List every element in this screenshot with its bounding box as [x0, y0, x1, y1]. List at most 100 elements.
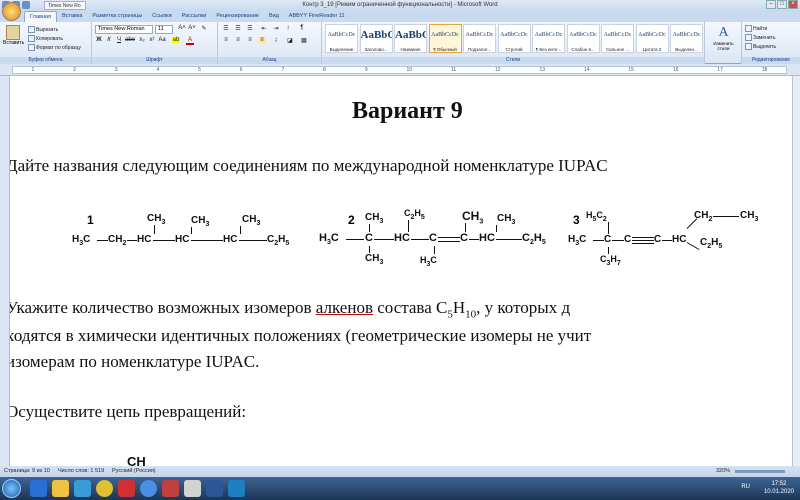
style-tile[interactable]: AaBbCcDc Подзагол...	[463, 24, 496, 53]
grow-font-button[interactable]: A˄	[178, 25, 186, 31]
style-tile[interactable]: AaBbCcDc Слабое в...	[566, 24, 600, 53]
align-left-button[interactable]: ≡	[222, 37, 230, 43]
bold-button[interactable]: Ж	[95, 37, 103, 43]
copy-button[interactable]: Копировать	[28, 35, 63, 42]
show-marks-button[interactable]: ¶	[298, 25, 306, 31]
multilevel-button[interactable]: ☰	[246, 25, 254, 32]
style-tile[interactable]: AaBbCcDc ¶ Без инте...	[532, 24, 565, 53]
paste-button[interactable]: Вставить	[3, 25, 24, 55]
style-name: Подзагол...	[467, 47, 492, 52]
tab-mailings[interactable]: Рассылки	[177, 11, 212, 22]
compound3-ch2: CH2	[694, 210, 713, 223]
media-icon[interactable]	[74, 480, 91, 497]
word-taskbar-icon[interactable]	[206, 480, 223, 497]
tab-home[interactable]: Главная	[24, 11, 57, 22]
style-tile[interactable]: AaBbCcDc Цитата 2	[635, 24, 669, 53]
style-tile[interactable]: AaBbCcDc Выделен...	[670, 24, 703, 53]
clear-format-button[interactable]: ✎	[200, 25, 208, 32]
acrobat-icon[interactable]	[162, 480, 179, 497]
office-button[interactable]	[2, 2, 21, 21]
zoom-level[interactable]: 320%	[716, 466, 730, 477]
ruler-number: 10	[406, 67, 413, 73]
horizontal-ruler[interactable]: 1 2 3 4 5 6 7 8 9 10 11 12 13 14 15 16 17 18	[0, 64, 800, 76]
compound2-hc: HC	[394, 232, 410, 244]
tab-references[interactable]: Ссылки	[147, 11, 176, 22]
app2-icon[interactable]	[228, 480, 245, 497]
strikethrough-button[interactable]: abe	[125, 37, 135, 43]
compound-number-1: 1	[87, 213, 94, 227]
style-name: ¶ Без инте...	[535, 47, 562, 52]
subscript-button[interactable]: x₂	[138, 37, 146, 43]
select-label: Выделить	[753, 43, 777, 50]
highlight-button[interactable]: ab	[172, 37, 180, 43]
sort-button[interactable]: ↕	[284, 25, 292, 31]
language-indicator[interactable]: Русский (Россия)	[112, 466, 156, 477]
style-tile[interactable]: AaBbCcDc Выделение	[325, 24, 358, 53]
style-name: Слабое в...	[571, 47, 595, 52]
clock[interactable]: 17:52 10.01.2020	[764, 480, 794, 496]
explorer-icon[interactable]	[52, 480, 69, 497]
document-page[interactable]: Вариант 9 Дайте названия следующим соеди…	[10, 76, 792, 466]
italic-button[interactable]: К	[105, 37, 113, 43]
style-sample: AaBbC	[360, 29, 392, 41]
word-count[interactable]: Число слов: 1 519	[58, 466, 104, 477]
align-center-button[interactable]: ≡	[234, 37, 242, 43]
tab-abbyy[interactable]: ABBYY FineReader 11	[284, 11, 350, 22]
format-painter-button[interactable]: Формат по образцу	[28, 44, 81, 51]
style-tile[interactable]: AaBbC Заголово...	[359, 24, 393, 53]
minimize-button[interactable]: –	[766, 0, 776, 9]
style-tile[interactable]: AaBbC Название	[394, 24, 427, 53]
align-right-button[interactable]: ≡	[246, 37, 254, 43]
ribbon-tabs: Главная Вставка Разметка страницы Ссылки…	[0, 2, 800, 22]
scissors-icon	[28, 26, 35, 33]
tab-view[interactable]: Вид	[264, 11, 284, 22]
taskbar: RU 17:52 10.01.2020	[0, 477, 800, 500]
vertical-scrollbar[interactable]	[792, 76, 800, 466]
tab-insert[interactable]: Вставка	[57, 11, 87, 22]
replace-button[interactable]: Заменить	[745, 34, 775, 41]
yandex-icon[interactable]	[118, 480, 135, 497]
font-size-select[interactable]: 11	[155, 25, 173, 34]
select-button[interactable]: Выделить	[745, 43, 776, 50]
decrease-indent-button[interactable]: ⇤	[260, 25, 268, 32]
borders-button[interactable]: ▦	[300, 37, 308, 44]
numbering-button[interactable]: ☰	[234, 25, 242, 32]
compound3-c: C	[604, 234, 612, 245]
find-button[interactable]: Найти	[745, 25, 767, 32]
justify-button[interactable]: ≡	[258, 37, 266, 43]
font-name-select[interactable]: Times New Roman	[95, 25, 153, 34]
font-color-button[interactable]: A	[186, 37, 194, 45]
page-indicator[interactable]: Страница: 9 из 10	[4, 466, 50, 477]
maximize-button[interactable]: □	[777, 0, 787, 9]
increase-indent-button[interactable]: ⇥	[272, 25, 280, 32]
change-case-button[interactable]: Aa	[158, 37, 166, 43]
language-tray[interactable]: RU	[741, 484, 750, 490]
change-styles-button[interactable]: A Изменить стили	[707, 25, 740, 51]
change-styles-label: Изменить стили	[713, 41, 734, 51]
style-tile[interactable]: AaBbCcDc ¶ Обычный	[428, 24, 462, 53]
style-tile[interactable]: AaBbCcDc Сильное ...	[601, 24, 634, 53]
close-button[interactable]: ×	[788, 0, 798, 9]
chrome-icon[interactable]	[96, 480, 113, 497]
clock-time: 17:52	[771, 481, 787, 487]
skype-icon[interactable]	[140, 480, 157, 497]
ruler-number: 5	[198, 67, 201, 73]
compound3-c3h7: C3H7	[600, 254, 621, 267]
ie-icon[interactable]	[30, 480, 47, 497]
start-button[interactable]	[2, 479, 21, 498]
tab-page-layout[interactable]: Разметка страницы	[87, 11, 147, 22]
zoom-slider[interactable]	[735, 470, 785, 473]
task2-line2: ходятся в химически идентичных положения…	[10, 326, 592, 345]
tab-review[interactable]: Рецензирование	[211, 11, 263, 22]
style-tile[interactable]: AaBbCcDc Строгий	[497, 24, 531, 53]
app-icon[interactable]	[184, 480, 201, 497]
bullets-button[interactable]: ☰	[222, 25, 230, 32]
cut-button[interactable]: Вырезать	[28, 26, 58, 33]
line-spacing-button[interactable]: ↨	[272, 37, 280, 43]
underline-button[interactable]: Ч	[115, 37, 123, 43]
vertical-ruler[interactable]	[0, 76, 10, 466]
superscript-button[interactable]: x²	[148, 37, 156, 43]
shading-button[interactable]: ◪	[286, 37, 294, 44]
shrink-font-button[interactable]: A˅	[188, 25, 196, 31]
style-sample: AaBbCcDc	[672, 32, 701, 38]
